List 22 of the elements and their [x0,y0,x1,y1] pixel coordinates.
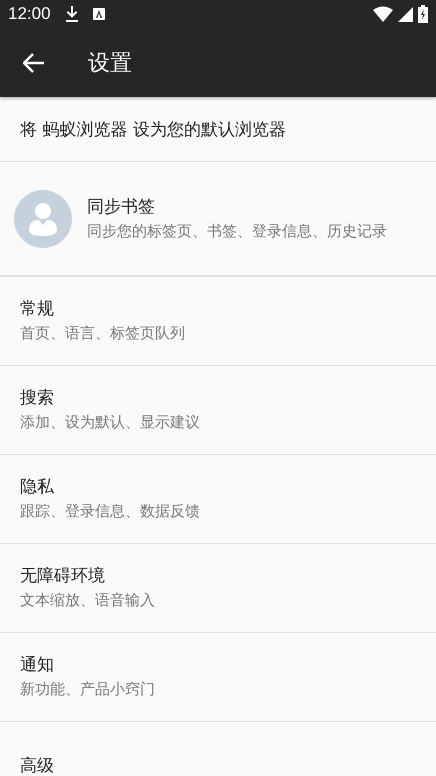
setting-title[interactable]: 隐私 [20,475,416,499]
setting-subtitle: 首页、语言、标签页队列 [20,323,186,344]
sync-title[interactable]: 同步书签 [87,194,387,218]
setting-subtitle: 文本缩放、语音输入 [20,590,156,611]
signal-icon [398,6,413,22]
setting-subtitle: 添加、设为默认、显示建议 [20,412,201,433]
setting-title[interactable]: 搜索 [20,386,416,410]
setting-title[interactable]: 高级 [20,754,416,776]
setting-subtitle: 新功能、产品小窍门 [20,679,156,700]
status-time: 12:00 [8,4,51,24]
sync-subtitle: 同步您的标签页、书签、登录信息、历史记录 [87,220,387,242]
download-icon [64,6,79,22]
setting-title[interactable]: 常规 [20,297,416,321]
default-browser-prompt[interactable]: 将 蚂蚁浏览器 设为您的默认浏览器 [20,118,286,140]
wifi-icon [373,6,393,22]
back-arrow-icon [23,52,45,72]
toolbar-title: 设置 [88,50,132,78]
battery-icon [418,5,428,23]
notification-icon [92,8,105,20]
setting-title[interactable]: 无障碍环境 [20,564,416,588]
setting-title[interactable]: 通知 [20,653,416,677]
setting-subtitle: 跟踪、登录信息、数据反馈 [20,501,201,522]
